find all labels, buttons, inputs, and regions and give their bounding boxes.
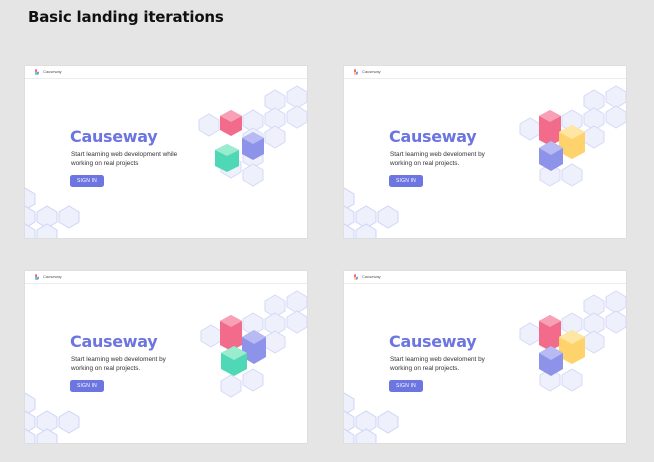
nav-brand-text[interactable]: Causeway <box>362 69 381 75</box>
nav-brand-text[interactable]: Causeway <box>362 274 381 280</box>
hero-title: Causeway <box>70 332 158 351</box>
brand-logo-icon <box>354 274 358 280</box>
sign-in-button[interactable]: SIGN IN <box>70 380 104 392</box>
landing-card-2: Causeway Causeway Start learning web dev… <box>344 66 626 238</box>
nav-bar: Causeway <box>25 66 307 79</box>
sign-in-button[interactable]: SIGN IN <box>389 175 423 187</box>
brand-logo-icon <box>35 69 39 75</box>
page-title: Basic landing iterations <box>28 8 224 26</box>
landing-card-1: Causeway Causeway Start learning web dev… <box>25 66 307 238</box>
hero-title: Causeway <box>389 127 477 146</box>
nav-bar: Causeway <box>344 66 626 79</box>
sign-in-button[interactable]: SIGN IN <box>389 380 423 392</box>
nav-brand-text[interactable]: Causeway <box>43 274 62 280</box>
brand-logo-icon <box>354 69 358 75</box>
landing-card-3: Causeway Causeway Start learning web dev… <box>25 271 307 443</box>
hero-subtitle: Start learning web develoment by working… <box>390 151 485 167</box>
hero-title: Causeway <box>389 332 477 351</box>
brand-logo-icon <box>35 274 39 280</box>
hero-title: Causeway <box>70 127 158 146</box>
landing-card-4: Causeway Causeway Start learning web dev… <box>344 271 626 443</box>
nav-brand-text[interactable]: Causeway <box>43 69 62 75</box>
hero-subtitle: Start learning web development while wor… <box>71 151 178 167</box>
nav-bar: Causeway <box>25 271 307 284</box>
hero-subtitle: Start learning web develoment by working… <box>71 356 166 372</box>
sign-in-button[interactable]: SIGN IN <box>70 175 104 187</box>
nav-bar: Causeway <box>344 271 626 284</box>
hero-subtitle: Start learning web develoment by working… <box>390 356 485 372</box>
